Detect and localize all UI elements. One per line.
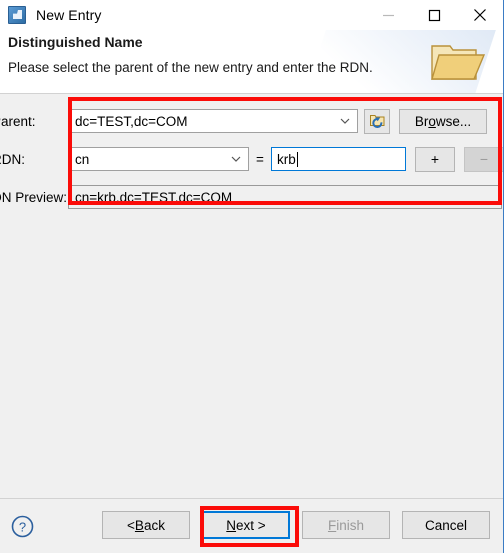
parent-row: Parent: dc=TEST,dc=COM Browse... <box>0 108 503 134</box>
rdn-label: RDN: <box>0 151 25 167</box>
title-bar: New Entry <box>0 0 503 30</box>
back-button[interactable]: < Back <box>102 511 190 539</box>
text-cursor <box>296 151 298 167</box>
chevron-down-icon <box>231 156 241 162</box>
browse-label-mnemonic: o <box>428 113 436 129</box>
remove-rdn-button: − <box>464 146 503 172</box>
dn-preview-row: DN Preview: cn=krb,dc=TEST,dc=COM <box>0 184 503 210</box>
dialog-content: Parent: dc=TEST,dc=COM Browse... RDN: <box>0 94 503 498</box>
finish-label-mnemonic: F <box>327 517 337 533</box>
folder-icon <box>431 45 486 80</box>
page-subtitle: Please select the parent of the new entr… <box>8 60 373 75</box>
cancel-button[interactable]: Cancel <box>402 511 490 539</box>
window-controls <box>365 0 503 30</box>
window-title: New Entry <box>36 7 102 23</box>
chevron-down-icon <box>340 118 350 124</box>
dn-preview-value: cn=krb,dc=TEST,dc=COM <box>75 189 233 205</box>
rdn-value-input[interactable]: krb <box>271 147 406 171</box>
parent-label: Parent: <box>0 113 36 129</box>
help-icon[interactable]: ? <box>11 515 34 538</box>
add-rdn-button[interactable]: + <box>415 146 455 172</box>
next-label-post: ext > <box>236 517 266 533</box>
equals-sign: = <box>256 151 264 167</box>
rdn-row: RDN: cn = krb + − <box>0 146 503 172</box>
dn-preview-label: DN Preview: <box>0 189 68 205</box>
parent-refresh-button[interactable] <box>364 108 390 134</box>
wizard-header: Distinguished Name Please select the par… <box>0 30 503 93</box>
close-icon[interactable] <box>457 0 503 30</box>
back-label-pre: < <box>127 517 135 533</box>
finish-button: Finish <box>302 511 390 539</box>
dialog-footer: ? < Back Next > Finish Cancel <box>0 498 503 553</box>
browse-label-post: wse... <box>435 113 472 129</box>
folder-refresh-icon <box>369 115 384 128</box>
browse-label-pre: Br <box>414 113 429 129</box>
next-label-mnemonic: N <box>226 517 237 533</box>
rdn-attribute-combobox[interactable]: cn <box>68 147 249 171</box>
minimize-icon[interactable] <box>365 0 411 30</box>
svg-text:?: ? <box>19 520 26 535</box>
back-label-mnemonic: B <box>134 517 144 533</box>
app-icon <box>8 6 26 24</box>
browse-button[interactable]: Br o wse... <box>399 108 487 134</box>
dn-preview-field: cn=krb,dc=TEST,dc=COM <box>68 185 502 209</box>
new-entry-dialog: New Entry Distinguished Name Please sele… <box>0 0 504 553</box>
page-title: Distinguished Name <box>8 34 143 50</box>
rdn-attribute-value: cn <box>75 151 90 167</box>
maximize-icon[interactable] <box>411 0 457 30</box>
footer-button-group: < Back Next > Finish Cancel <box>102 511 490 539</box>
parent-combobox[interactable]: dc=TEST,dc=COM <box>68 109 358 133</box>
finish-label-post: inish <box>336 517 364 533</box>
parent-value: dc=TEST,dc=COM <box>75 113 188 129</box>
back-label-post: ack <box>143 517 165 533</box>
next-button[interactable]: Next > <box>202 511 290 539</box>
rdn-value-text: krb <box>277 151 296 167</box>
